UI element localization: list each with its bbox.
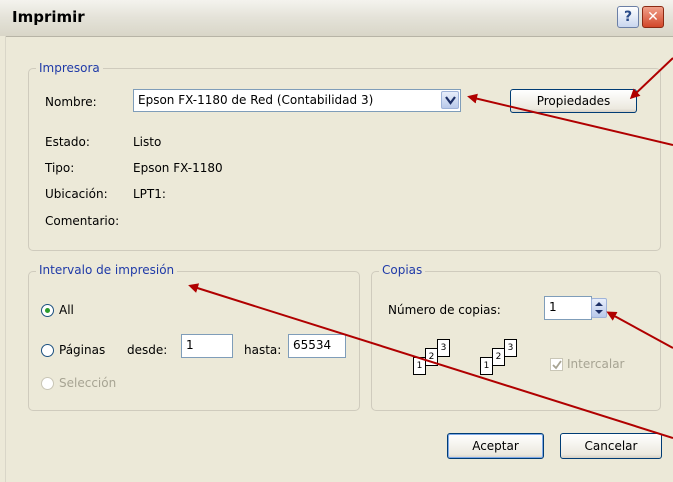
chevron-down-icon xyxy=(445,96,456,105)
radio-selection-label[interactable]: Selección xyxy=(59,376,116,390)
print-dialog: Imprimir ? ✕ Impresora Nombre: Epson FX-… xyxy=(0,0,673,482)
radio-pages[interactable] xyxy=(41,344,54,357)
collate-page-3b: 3 xyxy=(504,339,517,357)
collate-label[interactable]: Intercalar xyxy=(567,357,624,371)
dialog-left-edge xyxy=(0,36,6,482)
from-input[interactable]: 1 xyxy=(181,334,233,358)
printer-group-legend: Impresora xyxy=(36,61,103,75)
close-button[interactable]: ✕ xyxy=(642,6,664,28)
printer-name-label: Nombre: xyxy=(45,95,97,109)
from-value: 1 xyxy=(186,338,194,352)
type-value: Epson FX-1180 xyxy=(133,161,223,175)
window-title: Imprimir xyxy=(12,8,85,26)
ok-button-label: Aceptar xyxy=(472,439,519,453)
cancel-button[interactable]: Cancelar xyxy=(560,433,662,459)
copies-count-value: 1 xyxy=(549,300,557,314)
cancel-button-label: Cancelar xyxy=(584,439,638,453)
radio-selection[interactable] xyxy=(41,377,54,390)
location-label: Ubicación: xyxy=(45,187,108,201)
print-range-legend: Intervalo de impresión xyxy=(36,263,178,277)
type-label: Tipo: xyxy=(45,161,75,175)
collate-page-1b: 1 xyxy=(480,357,493,375)
collate-checkbox[interactable] xyxy=(550,358,563,371)
close-icon: ✕ xyxy=(647,9,659,25)
spinner-arrows-icon xyxy=(595,302,603,314)
collate-page-2b: 2 xyxy=(492,348,505,366)
printer-name-select[interactable]: Epson FX-1180 de Red (Contabilidad 3) xyxy=(133,89,461,112)
ok-button[interactable]: Aceptar xyxy=(447,433,544,459)
status-label: Estado: xyxy=(45,135,90,149)
collate-page-3: 3 xyxy=(437,339,450,357)
help-icon: ? xyxy=(623,9,633,25)
copies-count-input[interactable]: 1 xyxy=(544,296,592,320)
radio-all-label[interactable]: All xyxy=(59,303,74,317)
printer-name-value: Epson FX-1180 de Red (Contabilidad 3) xyxy=(138,93,374,107)
title-bar[interactable]: Imprimir ? ✕ xyxy=(0,0,673,37)
to-value: 65534 xyxy=(293,338,332,352)
status-value: Listo xyxy=(133,135,162,149)
printer-dropdown-button[interactable] xyxy=(441,91,459,109)
comment-label: Comentario: xyxy=(45,214,120,228)
from-label: desde: xyxy=(127,343,168,357)
check-icon xyxy=(552,360,562,370)
properties-button[interactable]: Propiedades xyxy=(510,89,637,113)
help-button[interactable]: ? xyxy=(617,6,639,28)
copies-count-label: Número de copias: xyxy=(388,303,501,317)
collate-page-1: 1 xyxy=(413,357,426,375)
to-label: hasta: xyxy=(244,343,282,357)
copies-legend: Copias xyxy=(379,263,426,277)
collate-page-2: 2 xyxy=(425,348,438,366)
radio-all[interactable] xyxy=(41,304,54,317)
copies-spinner[interactable] xyxy=(591,298,607,318)
location-value: LPT1: xyxy=(133,187,166,201)
properties-button-label: Propiedades xyxy=(536,94,611,108)
to-input[interactable]: 65534 xyxy=(288,334,346,358)
radio-pages-label[interactable]: Páginas xyxy=(59,343,105,357)
